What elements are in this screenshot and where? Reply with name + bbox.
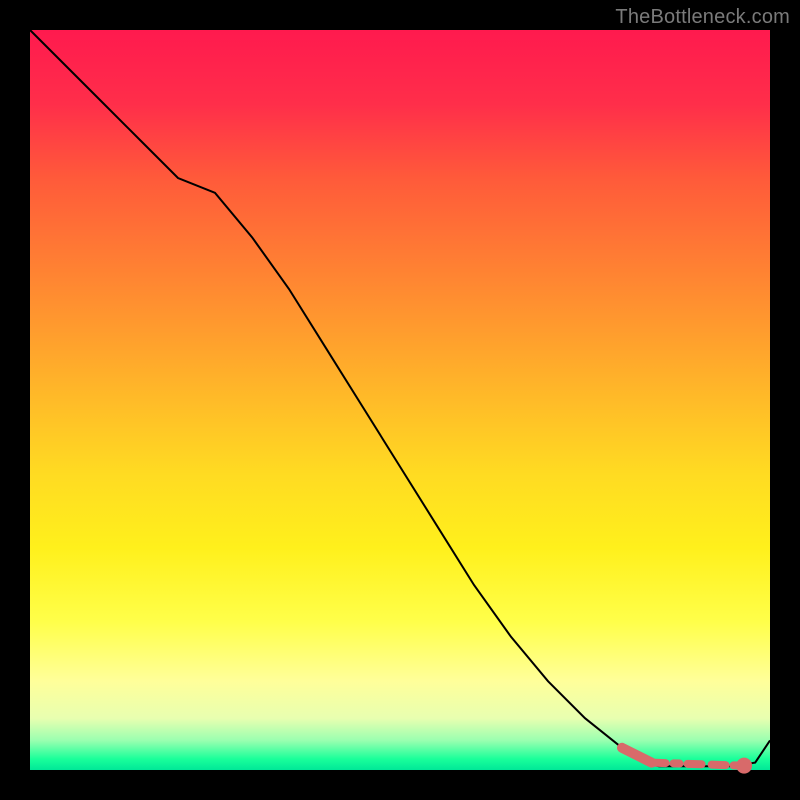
highlight-point	[736, 758, 752, 774]
plot-area	[30, 30, 770, 770]
highlight-dashed-segment	[652, 763, 741, 766]
main-curve-line	[30, 30, 770, 766]
attribution-text: TheBottleneck.com	[615, 6, 790, 29]
chart-container: TheBottleneck.com	[0, 0, 800, 800]
highlight-solid-segment	[622, 748, 652, 763]
chart-svg	[30, 30, 770, 770]
